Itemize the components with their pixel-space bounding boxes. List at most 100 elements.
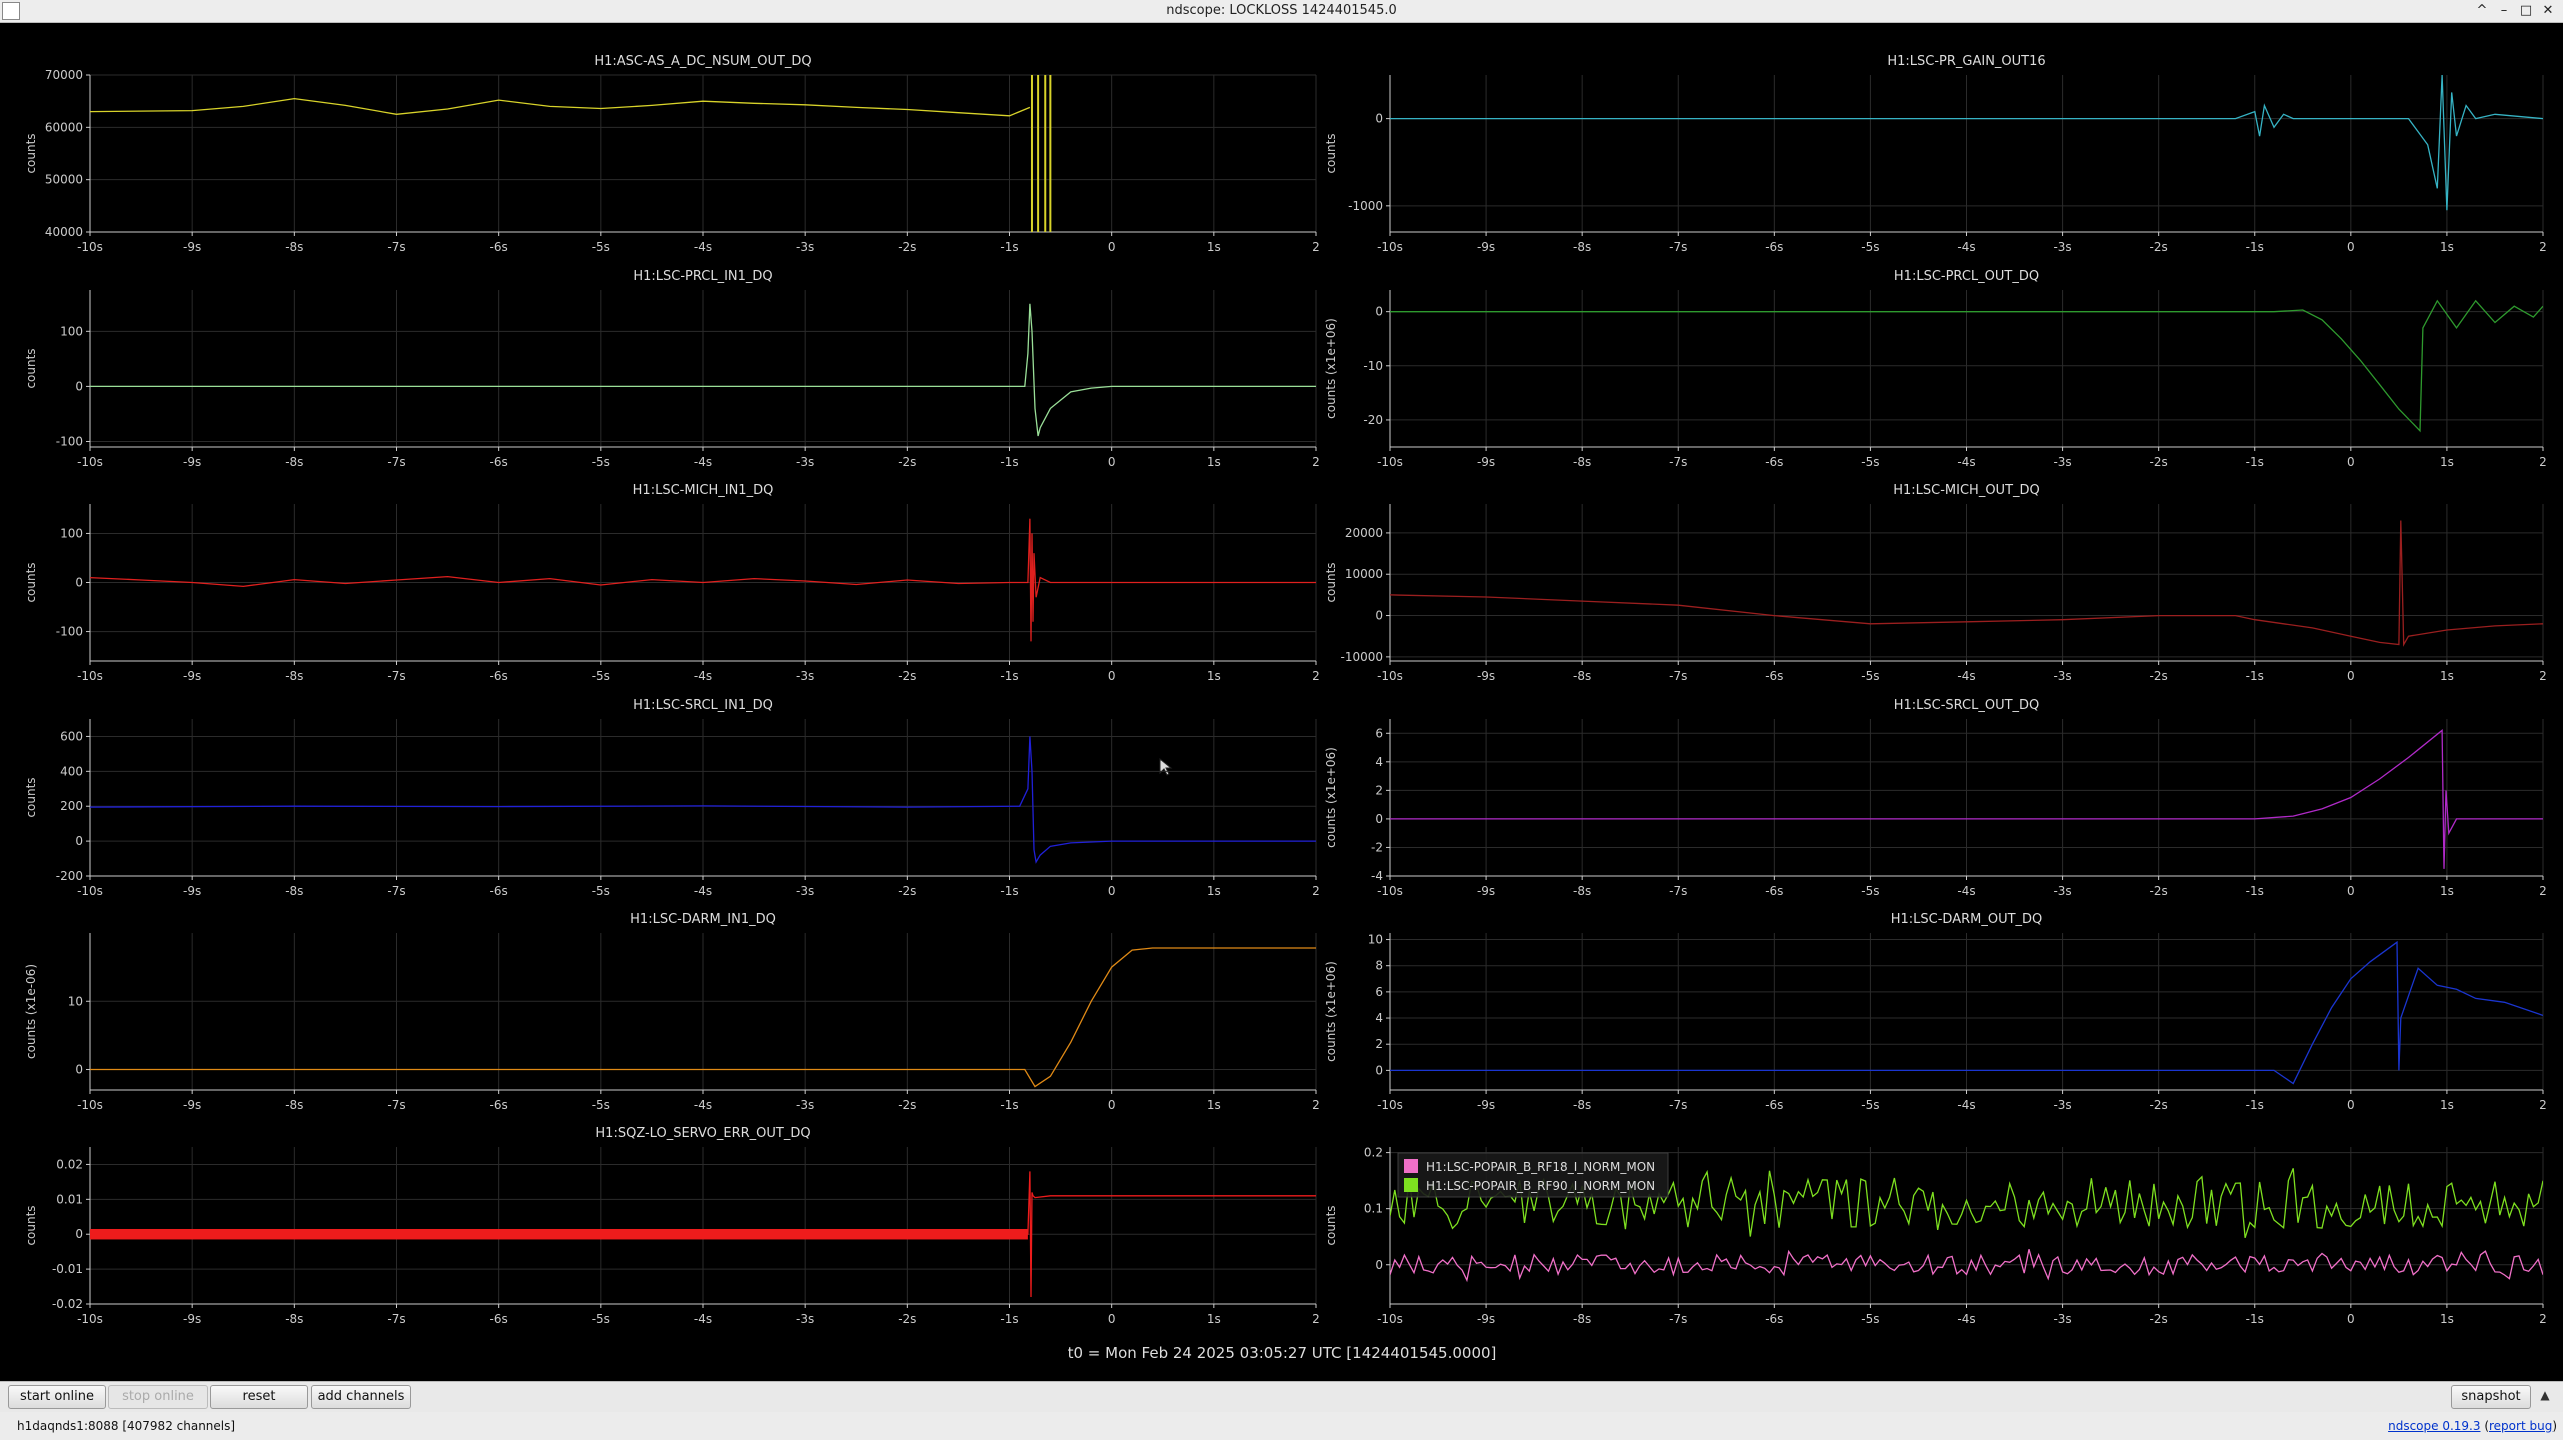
y-tick-label: -200 — [56, 869, 83, 883]
x-tick-label: -5s — [1861, 1312, 1879, 1326]
maximize-icon[interactable]: □ — [2516, 1, 2536, 21]
y-axis-label: counts — [24, 348, 38, 388]
plot-title: H1:LSC-MICH_OUT_DQ — [1893, 483, 2040, 498]
x-tick-label: 1s — [1207, 1098, 1221, 1112]
plot-panel[interactable]: H1:LSC-DARM_OUT_DQ -10s -9s -8s -7s -6s -5s -4s… — [1324, 912, 2547, 1112]
add-channels-button[interactable]: add channels — [311, 1385, 411, 1409]
plot-panel[interactable]: H1:LSC-MICH_OUT_DQ -10s -9s -8s -7s -6s -5s -4s… — [1324, 483, 2547, 683]
x-tick-label: 2 — [1312, 669, 1320, 683]
x-tick-label: 1s — [1207, 240, 1221, 254]
legend: H1:LSC-POPAIR_B_RF18_I_NORM_MON H1:LSC-PO… — [1397, 1152, 1669, 1198]
x-tick-label: -6s — [490, 1312, 508, 1326]
plot-canvas[interactable]: t0 = Mon Feb 24 2025 03:05:27 UTC [14244… — [0, 23, 2563, 1389]
x-tick-label: 2 — [2539, 884, 2547, 898]
x-tick-label: -9s — [183, 455, 201, 469]
x-tick-label: 1s — [1207, 669, 1221, 683]
x-tick-label: 0 — [2347, 1098, 2355, 1112]
y-tick-label: 0 — [1375, 1063, 1383, 1077]
y-tick-label: 8 — [1375, 959, 1383, 973]
plot-panel[interactable]: H1:LSC-PR_GAIN_OUT16 -10s -9s -8s -7s -6s -5s -… — [1324, 54, 2547, 254]
x-tick-label: -1s — [1000, 1312, 1018, 1326]
y-tick-label: 0 — [75, 379, 83, 393]
window-title: ndscope: LOCKLOSS 1424401545.0 — [1166, 3, 1397, 18]
close-icon[interactable]: ✕ — [2538, 1, 2558, 21]
plot-title: H1:LSC-DARM_IN1_DQ — [630, 912, 776, 927]
x-tick-label: -8s — [1573, 455, 1591, 469]
start-online-button[interactable]: start online — [8, 1385, 106, 1409]
x-tick-label: 1s — [1207, 884, 1221, 898]
x-tick-label: 0 — [1108, 455, 1116, 469]
y-tick-label: 2 — [1375, 783, 1383, 797]
x-tick-label: -2s — [2150, 455, 2168, 469]
x-tick-label: 1s — [2440, 884, 2454, 898]
chevron-up-icon[interactable]: ^ — [2472, 1, 2492, 21]
plot-panel[interactable]: H1:LSC-DARM_IN1_DQ -10s -9s -8s -7s -6s -5s -4s… — [24, 912, 1320, 1112]
x-tick-label: -6s — [490, 669, 508, 683]
plot-panel[interactable]: H1:LSC-PRCL_OUT_DQ -10s -9s -8s -7s -6s -5s -4s… — [1324, 269, 2547, 469]
x-tick-label: -10s — [1377, 240, 1403, 254]
y-tick-label: 0 — [75, 1063, 83, 1077]
x-tick-label: -4s — [1957, 884, 1975, 898]
x-tick-label: -2s — [898, 455, 916, 469]
x-tick-label: -10s — [1377, 1098, 1403, 1112]
x-tick-label: 1s — [1207, 455, 1221, 469]
plot-title: H1:LSC-PRCL_IN1_DQ — [633, 269, 772, 284]
mouse-cursor — [1159, 757, 1173, 776]
plot-grid[interactable]: t0 = Mon Feb 24 2025 03:05:27 UTC [14244… — [0, 23, 2563, 1389]
x-tick-label: -1s — [1000, 240, 1018, 254]
x-tick-label: -3s — [2053, 455, 2071, 469]
plot-panel[interactable]: H1:SQZ-LO_SERVO_ERR_OUT_DQ -10s -9s -8s -7s -… — [24, 1126, 1320, 1326]
y-tick-label: -20 — [1363, 413, 1383, 427]
version-link[interactable]: ndscope 0.19.3 — [2388, 1419, 2480, 1433]
t0-label: t0 = Mon Feb 24 2025 03:05:27 UTC [14244… — [1068, 1344, 1497, 1362]
x-tick-label: -6s — [1765, 1312, 1783, 1326]
reset-button[interactable]: reset — [210, 1385, 308, 1409]
plot-panel[interactable]: -10s -9s -8s -7s -6s -5s -4s -3s -2s -1s 0 1s 2 0 0.1 0… — [1324, 1146, 2547, 1326]
x-tick-label: -7s — [1669, 1312, 1687, 1326]
x-tick-label: 2 — [2539, 669, 2547, 683]
y-tick-label: -10000 — [1340, 650, 1383, 664]
x-tick-label: -5s — [1861, 669, 1879, 683]
x-tick-label: -9s — [183, 1098, 201, 1112]
chevron-up-icon[interactable]: ▲ — [2536, 1388, 2554, 1406]
x-tick-label: -6s — [490, 455, 508, 469]
y-axis-label: counts — [24, 1205, 38, 1245]
plot-panel[interactable]: H1:ASC-AS_A_DC_NSUM_OUT_DQ -10s -9s -8s -7s -… — [24, 54, 1320, 254]
status-bar: h1daqnds1:8088 [407982 channels] ndscope… — [0, 1412, 2563, 1440]
x-tick-label: -6s — [490, 1098, 508, 1112]
x-tick-label: -5s — [592, 1312, 610, 1326]
x-tick-label: 2 — [1312, 455, 1320, 469]
y-axis-label: counts (x1e-06) — [24, 964, 38, 1059]
plot-panel[interactable]: H1:LSC-SRCL_IN1_DQ -10s -9s -8s -7s -6s -5s -4s… — [24, 698, 1320, 898]
plot-title: H1:LSC-SRCL_IN1_DQ — [633, 698, 773, 713]
y-tick-label: 0.1 — [1364, 1202, 1383, 1216]
plot-panel[interactable]: H1:LSC-PRCL_IN1_DQ -10s -9s -8s -7s -6s -5s -4s… — [24, 269, 1320, 469]
x-tick-label: -1s — [2246, 669, 2264, 683]
x-tick-label: -8s — [1573, 240, 1591, 254]
plot-panel[interactable]: H1:LSC-SRCL_OUT_DQ -10s -9s -8s -7s -6s -5s -4s… — [1324, 698, 2547, 898]
x-tick-label: -10s — [1377, 669, 1403, 683]
legend-swatch — [1404, 1159, 1418, 1173]
x-tick-label: 1s — [2440, 1098, 2454, 1112]
x-tick-label: 0 — [1108, 884, 1116, 898]
plot-data — [90, 75, 1052, 232]
y-tick-label: 20000 — [1345, 526, 1383, 540]
x-tick-label: -2s — [898, 669, 916, 683]
snapshot-button[interactable]: snapshot — [2451, 1385, 2531, 1409]
y-tick-label: 0 — [1375, 305, 1383, 319]
stop-online-button[interactable]: stop online — [108, 1385, 208, 1409]
x-tick-label: -8s — [285, 455, 303, 469]
report-bug-link[interactable]: report bug — [2489, 1419, 2552, 1433]
plot-panel[interactable]: H1:LSC-MICH_IN1_DQ -10s -9s -8s -7s -6s -5s -4s… — [24, 483, 1320, 683]
x-tick-label: -1s — [2246, 1098, 2264, 1112]
x-tick-label: 0 — [2347, 1312, 2355, 1326]
y-tick-label: 100 — [60, 526, 83, 540]
minimize-icon[interactable]: – — [2494, 1, 2514, 21]
toolbar: start online stop online reset add chann… — [0, 1381, 2563, 1412]
x-tick-label: -3s — [2053, 884, 2071, 898]
plot-title: H1:SQZ-LO_SERVO_ERR_OUT_DQ — [595, 1126, 810, 1141]
x-tick-label: -8s — [1573, 1312, 1591, 1326]
x-tick-label: -2s — [2150, 1098, 2168, 1112]
series-line — [90, 97, 1031, 117]
x-tick-label: 2 — [2539, 1098, 2547, 1112]
